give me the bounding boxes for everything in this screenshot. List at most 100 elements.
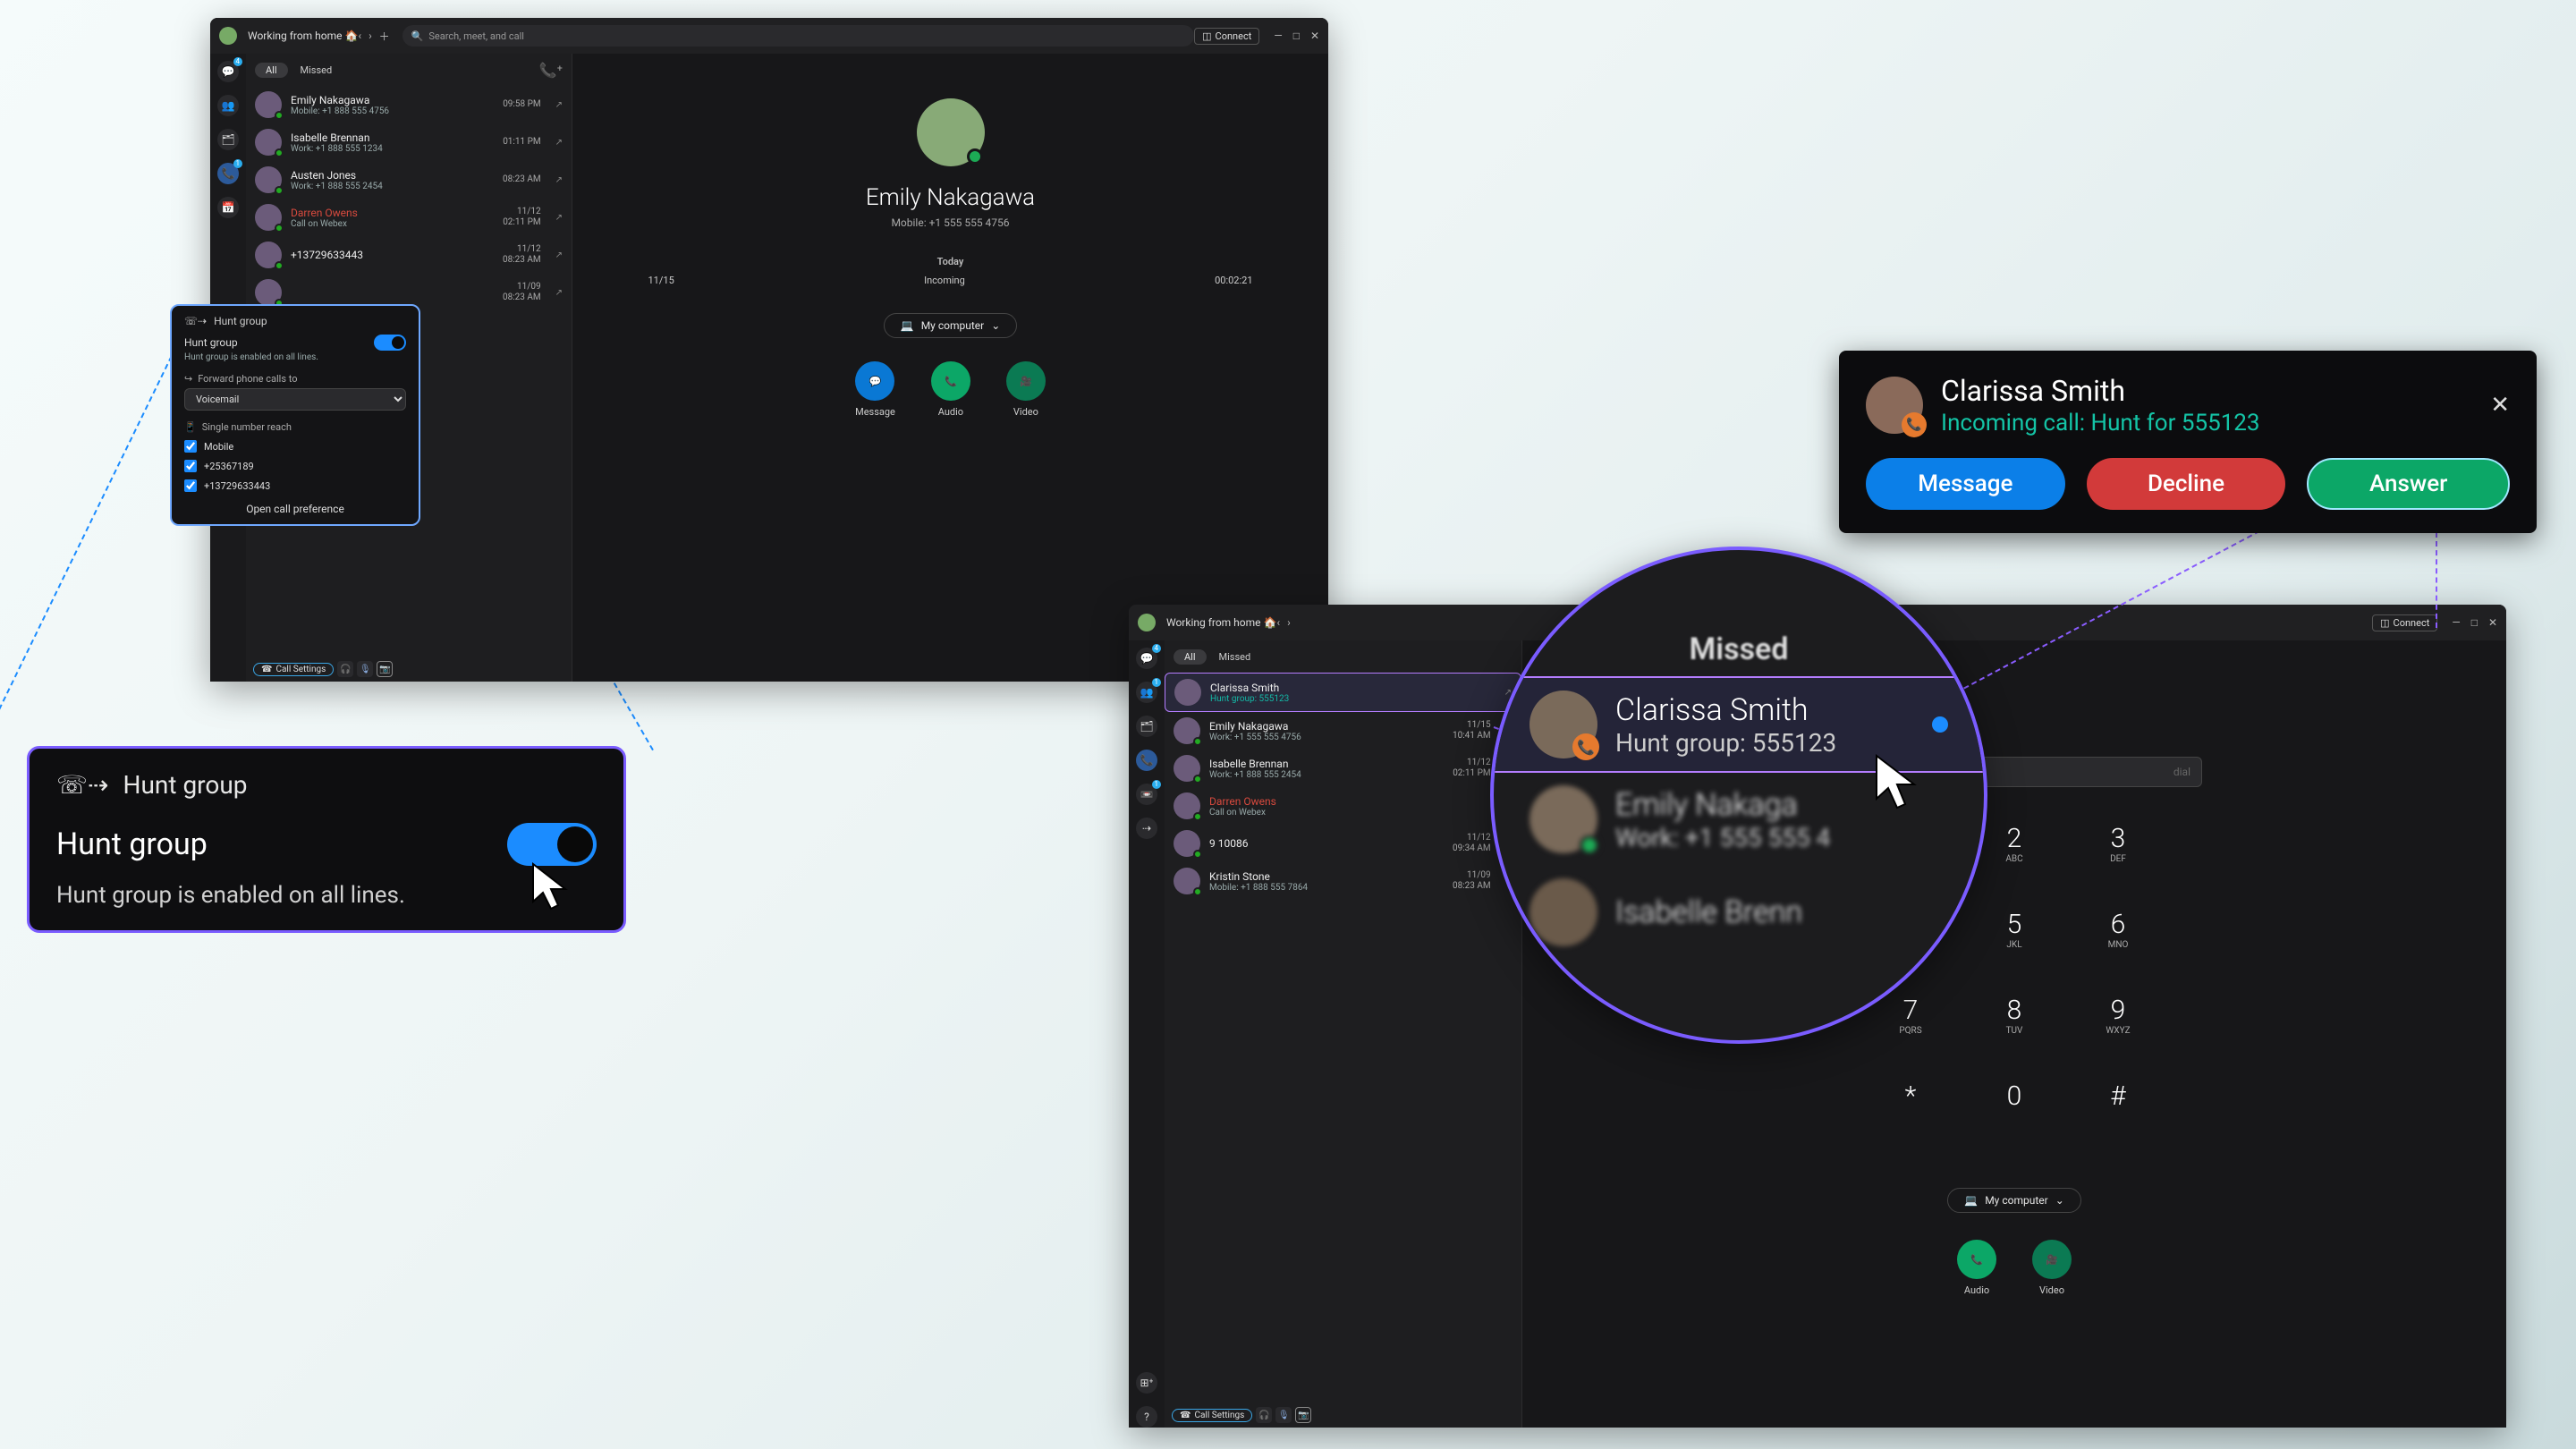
status-text[interactable]: Working from home 🏠 <box>1166 616 1276 629</box>
dialpad-key-9[interactable]: 9WXYZ <box>2073 995 2163 1066</box>
self-avatar[interactable] <box>219 27 237 45</box>
headset-icon[interactable]: 🎧 <box>1256 1407 1272 1423</box>
call-time: 08:23 AM <box>503 174 541 185</box>
hunt-group-toggle-large[interactable] <box>507 823 597 866</box>
self-avatar[interactable] <box>1138 614 1156 631</box>
call-entry[interactable]: Darren Owens Call on Webex 11/1202:11 PM… <box>246 199 572 236</box>
dialpad-icon[interactable]: 📞⁺ <box>539 62 563 79</box>
video-call-button[interactable]: 🎥Video <box>2032 1240 2072 1296</box>
avatar <box>1174 755 1200 782</box>
caller-name: +13729633443 <box>291 249 494 261</box>
calling-icon[interactable]: 📞1 <box>217 163 239 184</box>
hunt-group-toggle[interactable] <box>374 335 406 351</box>
tab-missed[interactable]: Missed <box>301 64 333 76</box>
connect-button[interactable]: ◫ Connect <box>1194 28 1259 45</box>
close-icon[interactable]: ✕ <box>2488 616 2497 629</box>
search-placeholder: Search, meet, and call <box>428 30 524 42</box>
forward-icon[interactable]: › <box>369 30 372 42</box>
call-entry[interactable]: Clarissa Smith Hunt group: 555123 ↗ <box>1165 673 1521 712</box>
call-entry[interactable]: Emily Nakagawa Mobile: +1 888 555 4756 0… <box>246 86 572 123</box>
close-icon[interactable]: ✕ <box>1310 30 1319 42</box>
dialpad-key-8[interactable]: 8TUV <box>1970 995 2059 1066</box>
answer-button[interactable]: Answer <box>2307 458 2510 510</box>
contacts-icon[interactable]: 🗂 <box>1136 716 1157 737</box>
open-call-pref-link[interactable]: Open call preference <box>184 503 406 515</box>
back-icon[interactable]: ‹ <box>358 30 361 42</box>
call-entry[interactable]: Kristin Stone Mobile: +1 888 555 7864 11… <box>1165 862 1521 900</box>
video-call-button[interactable]: 🎥Video <box>1006 361 1046 418</box>
dialpad-key-7[interactable]: 7PQRS <box>1866 995 1955 1066</box>
dialpad-key-3[interactable]: 3DEF <box>2073 823 2163 894</box>
checkbox[interactable] <box>184 440 197 453</box>
teams-icon[interactable]: 👥1 <box>1136 682 1157 703</box>
hunt-icon[interactable]: ⇢ <box>1136 818 1157 839</box>
message-button[interactable]: Message <box>1866 458 2065 510</box>
calling-icon[interactable]: 📞 <box>1136 750 1157 771</box>
hunt-group-icon: ☏⇢ <box>184 315 207 327</box>
voicemail-icon[interactable]: 📼1 <box>1136 784 1157 805</box>
search-input[interactable]: 🔍 Search, meet, and call <box>402 25 1194 47</box>
message-button[interactable]: 💬Message <box>855 361 895 418</box>
presence-icon <box>275 261 284 270</box>
audio-call-button[interactable]: 📞Audio <box>1957 1240 1996 1296</box>
mic-icon[interactable]: 🎙 <box>1275 1407 1292 1423</box>
connect-button[interactable]: ◫ Connect <box>2372 614 2437 631</box>
snr-option[interactable]: Mobile <box>184 440 406 453</box>
call-entry[interactable]: Isabelle Brennan Work: +1 888 555 1234 0… <box>246 123 572 161</box>
maximize-icon[interactable]: □ <box>2471 616 2478 629</box>
dialpad-key-#[interactable]: # <box>2073 1080 2163 1152</box>
tab-all[interactable]: All <box>1174 649 1207 665</box>
avatar <box>1530 785 1597 853</box>
dialpad-key-0[interactable]: 0 <box>1970 1080 2059 1152</box>
maximize-icon[interactable]: □ <box>1293 30 1300 42</box>
call-settings-button[interactable]: ☎ Call Settings <box>1172 1409 1252 1422</box>
apps-icon[interactable]: ⊞⁺ <box>1136 1372 1157 1394</box>
avatar <box>1530 878 1597 946</box>
forward-select[interactable]: Voicemail <box>184 388 406 411</box>
call-entry[interactable]: Emily Nakagawa Work: +1 555 555 4756 11/… <box>1165 712 1521 750</box>
presence-icon <box>1580 835 1599 855</box>
call-settings-button[interactable]: ☎ Call Settings <box>253 663 334 676</box>
device-selector[interactable]: 💻 My computer ⌄ <box>884 313 1018 338</box>
status-text[interactable]: Working from home 🏠 <box>248 30 358 42</box>
meetings-icon[interactable]: 📅 <box>217 197 239 218</box>
snr-option[interactable]: +25367189 <box>184 460 406 472</box>
hunt-group-desc: Hunt group is enabled on all lines. <box>184 352 406 362</box>
today-label: Today <box>937 256 964 267</box>
headset-icon[interactable]: 🎧 <box>337 661 353 677</box>
new-icon[interactable]: ＋ <box>379 29 390 44</box>
checkbox[interactable] <box>184 460 197 472</box>
call-entry[interactable]: 9 10086 11/1209:34 AM ↗ <box>1165 825 1521 862</box>
camera-icon[interactable]: 📷 <box>1295 1407 1311 1423</box>
minimize-icon[interactable]: — <box>2452 616 2460 629</box>
checkbox[interactable] <box>184 479 197 492</box>
call-entry-isabelle[interactable]: Isabelle Brenn <box>1494 866 1984 959</box>
call-entry[interactable]: +13729633443 11/1208:23 AM ↗ <box>246 236 572 274</box>
minimize-icon[interactable]: — <box>1274 30 1282 42</box>
close-icon[interactable]: ✕ <box>2490 392 2510 419</box>
help-icon[interactable]: ? <box>1136 1406 1157 1428</box>
chat-icon[interactable]: 💬4 <box>1136 648 1157 669</box>
dialpad-key-*[interactable]: * <box>1866 1080 1955 1152</box>
audio-call-button[interactable]: 📞Audio <box>931 361 970 418</box>
decline-button[interactable]: Decline <box>2087 458 2286 510</box>
contacts-icon[interactable]: 🗂 <box>217 129 239 150</box>
forward-icon[interactable]: › <box>1287 616 1291 629</box>
mic-icon[interactable]: 🎙 <box>357 661 373 677</box>
snr-option[interactable]: +13729633443 <box>184 479 406 492</box>
device-selector[interactable]: 💻 My computer ⌄ <box>1947 1188 2081 1213</box>
back-icon[interactable]: ‹ <box>1276 616 1280 629</box>
tab-all[interactable]: All <box>255 63 288 78</box>
chat-icon[interactable]: 💬4 <box>217 61 239 82</box>
contact-name: Emily Nakagawa <box>866 184 1035 211</box>
tab-missed[interactable]: Missed <box>1219 651 1251 663</box>
call-entry[interactable]: Isabelle Brennan Work: +1 888 555 2454 1… <box>1165 750 1521 787</box>
call-entry[interactable]: Austen Jones Work: +1 888 555 2454 08:23… <box>246 161 572 199</box>
call-time: 11/1510:41 AM <box>1453 720 1491 741</box>
dialpad-key-6[interactable]: 6MNO <box>2073 909 2163 980</box>
caller-sub: Call on Webex <box>1209 808 1482 818</box>
teams-icon[interactable]: 👥 <box>217 95 239 116</box>
call-entry[interactable]: Darren Owens Call on Webex ↗ <box>1165 787 1521 825</box>
presence-icon <box>275 111 284 120</box>
camera-icon[interactable]: 📷 <box>377 661 393 677</box>
